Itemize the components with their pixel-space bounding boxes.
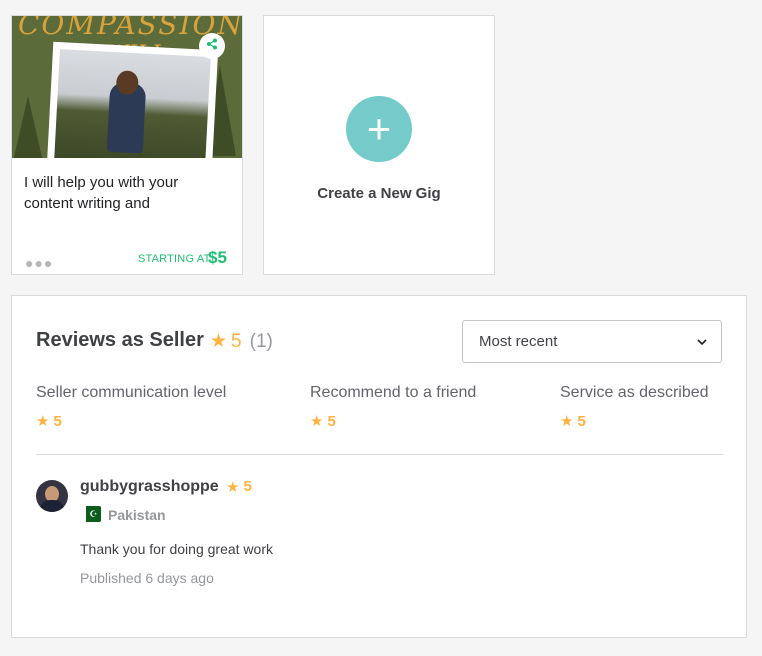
overall-rating-value: 5 (231, 330, 242, 352)
create-gig-label[interactable]: Create a New Gig (264, 185, 494, 202)
avatar[interactable] (36, 480, 68, 512)
ellipsis-icon[interactable]: ●●● (25, 255, 53, 271)
plus-icon[interactable]: + (346, 96, 412, 162)
review-text: Thank you for doing great work (80, 541, 273, 557)
star-icon: ★ (210, 331, 228, 352)
share-button[interactable] (199, 33, 225, 59)
gig-price: $5 (208, 248, 227, 267)
gig-description[interactable]: I will help you with your content writin… (24, 172, 224, 214)
create-gig-card[interactable]: + Create a New Gig (263, 15, 495, 275)
category-rating: 5 (53, 412, 62, 430)
gig-card[interactable]: COMPASSION WILL I will help you with you… (11, 15, 243, 275)
reviewer-country: Pakistan (108, 507, 166, 523)
tree-decoration (12, 96, 44, 158)
divider (36, 454, 723, 455)
pakistan-flag-icon: ☪ (81, 506, 101, 522)
category-recommend: Recommend to a friend ★ 5 (310, 384, 476, 430)
reviewer-rating: ★ 5 (226, 478, 252, 496)
review-count: (1) (249, 330, 273, 352)
category-seller-communication: Seller communication level ★ 5 (36, 384, 226, 430)
overall-rating: ★ 5 (1) (210, 330, 273, 353)
reviews-title: Reviews as Seller (36, 329, 204, 351)
share-icon (206, 37, 218, 55)
category-label: Seller communication level (36, 384, 227, 401)
star-icon: ★ (560, 413, 574, 430)
category-rating: 5 (327, 412, 336, 430)
chevron-down-icon (697, 335, 707, 349)
review-published-time: Published 6 days ago (80, 570, 214, 586)
reviewer-name[interactable]: gubbygrasshoppe (80, 478, 219, 496)
star-icon: ★ (226, 479, 240, 496)
sort-selected-value: Most recent (479, 333, 558, 350)
category-rating: 5 (577, 412, 586, 430)
gig-thumbnail[interactable]: COMPASSION WILL (12, 16, 242, 158)
category-service-described: Service as described ★ 5 (560, 384, 709, 430)
reviews-panel: Reviews as Seller ★ 5 (1) Most recent Se… (11, 295, 747, 638)
sort-select[interactable]: Most recent (462, 320, 722, 363)
thumbnail-photo (46, 41, 219, 158)
starting-at-label: STARTING AT (138, 253, 211, 265)
category-label: Service as described (560, 384, 709, 401)
star-icon: ★ (36, 413, 50, 430)
star-icon: ★ (310, 413, 324, 430)
category-label: Recommend to a friend (310, 384, 477, 401)
reviewer-rating-value: 5 (243, 478, 252, 495)
